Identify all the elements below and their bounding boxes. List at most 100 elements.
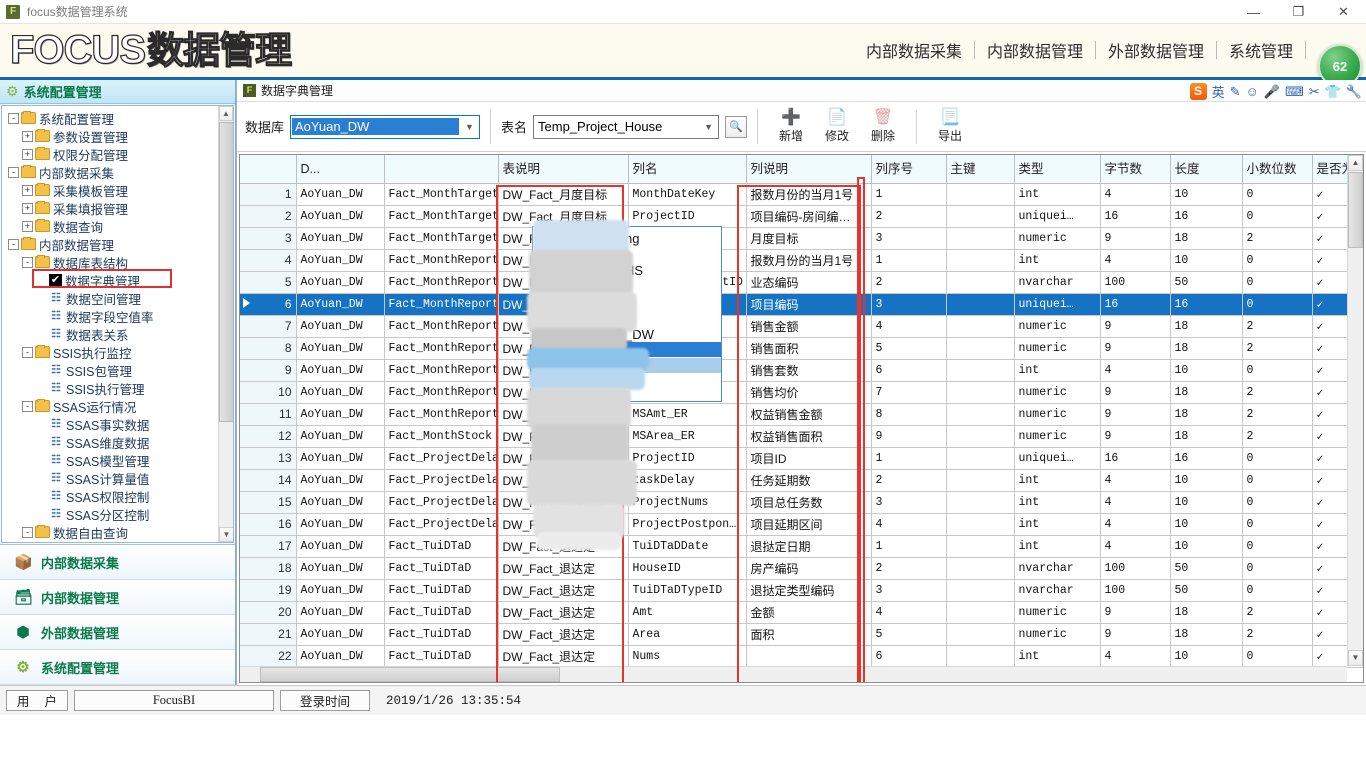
ime-smiley-icon[interactable]: ☺ [1245, 84, 1258, 99]
column-header-table[interactable] [384, 155, 499, 184]
tree-item-23[interactable]: - 数据自由查询 [4, 523, 233, 541]
tree-item-3[interactable]: - 内部数据采集 [4, 163, 233, 181]
sidebar-button-internal-collection[interactable]: 📦 内部数据采集 [0, 545, 235, 580]
tree-item-22[interactable]: ☷ SSAS分区控制 [4, 505, 233, 523]
expand-icon[interactable]: + [22, 220, 33, 232]
column-header-colorder[interactable]: 列序号 [871, 155, 947, 184]
column-header-bytes[interactable]: 字节数 [1100, 155, 1171, 184]
scroll-up-arrow[interactable]: ▲ [219, 106, 233, 121]
table-row[interactable]: 7AoYuan_DWFact_MonthReportDW_Fact_月报数MSA… [240, 315, 1363, 338]
grid-vertical-scrollbar[interactable]: ▲ ▼ [1347, 155, 1363, 666]
maximize-button[interactable]: ❐ [1276, 0, 1321, 24]
expand-icon[interactable]: + [22, 202, 33, 214]
minimize-button[interactable]: — [1231, 0, 1276, 24]
tree-item-7[interactable]: - 内部数据管理 [4, 235, 233, 253]
sidebar-button-system-config[interactable]: ⚙ 系统配置管理 [0, 650, 235, 685]
grid-horizontal-scrollbar[interactable] [240, 666, 1347, 682]
table-row[interactable]: 3AoYuan_DWFact_MonthTargetDW_Fact_月度目标Ta… [240, 227, 1363, 250]
table-row[interactable]: 15 AoYuan_DW Fact_ProjectDelay DW_Fact_项目延期… [240, 491, 1363, 514]
table-row[interactable]: 20 AoYuan_DW Fact_TuiDTaD DW_Fact_退达定 Amt 金额 4… [240, 601, 1363, 624]
close-button[interactable]: ✕ [1321, 0, 1366, 24]
table-row[interactable]: 6AoYuan_DWFact_MonthReportDW_Fact_月报数Pro… [240, 293, 1363, 316]
tree-item-6[interactable]: + 数据查询 [4, 217, 233, 235]
table-row[interactable]: 9AoYuan_DWFact_MonthReportDW_Fact_月报数MSQ… [240, 359, 1363, 382]
table-row[interactable]: 13 AoYuan_DW Fact_ProjectDelay DW_Fact_项目延期… [240, 447, 1363, 470]
nav-item-internal-collection[interactable]: 内部数据采集 [854, 38, 974, 62]
tree-item-12[interactable]: ☷ 数据表关系 [4, 325, 233, 343]
column-header-pk[interactable]: 主键 [946, 155, 1015, 184]
table-row[interactable]: 10AoYuan_DWFact_MonthReportDW_Fact_月报数Av… [240, 381, 1363, 404]
delete-button[interactable]: 🗑 删除 [860, 109, 906, 144]
table-row[interactable]: 5AoYuan_DWFact_MonthReportDW_Fact_月报数Bus… [240, 271, 1363, 294]
table-row[interactable]: 12 AoYuan_DW Fact_MonthStock DW_Fact_月报数 MSA… [240, 425, 1363, 448]
table-row[interactable]: 1 AoYuan_DW Fact_MonthTarget DW_Fact_月度目标 Mo… [240, 183, 1363, 206]
ime-skin-icon[interactable]: 👕 [1325, 84, 1341, 100]
collapse-icon[interactable]: - [22, 526, 33, 538]
ime-settings-icon[interactable]: 🔧 [1346, 84, 1362, 100]
tree-item-17[interactable]: ☷ SSAS事实数据 [4, 415, 233, 433]
table-row[interactable]: 16 AoYuan_DW Fact_ProjectDelay DW_Fact_项目延期… [240, 513, 1363, 536]
nav-item-external-management[interactable]: 外部数据管理 [1096, 38, 1216, 62]
sidebar-button-external-management[interactable]: ⬢ 外部数据管理 [0, 615, 235, 650]
table-search-icon[interactable]: 🔍 [725, 115, 748, 138]
tree-item-14[interactable]: ☷ SSIS包管理 [4, 361, 233, 379]
collapse-icon[interactable]: - [8, 112, 19, 124]
nav-item-system-management[interactable]: 系统管理 [1217, 38, 1305, 62]
ime-language-icon[interactable]: 英 [1212, 82, 1225, 101]
tree-item-9[interactable]: ✔ 数据字典管理 [4, 271, 233, 289]
column-header-tabledesc[interactable]: 表说明 [498, 155, 629, 184]
scroll-down-arrow[interactable]: ▼ [1348, 650, 1363, 666]
nav-item-internal-management[interactable]: 内部数据管理 [975, 38, 1095, 62]
chevron-down-icon[interactable]: ▼ [460, 116, 479, 138]
tree-item-19[interactable]: ☷ SSAS模型管理 [4, 451, 233, 469]
table-row[interactable]: 2 AoYuan_DW Fact_MonthTarget DW_Fact_月度目标 Pr… [240, 205, 1363, 228]
table-row[interactable]: 21 AoYuan_DW Fact_TuiDTaD DW_Fact_退达定 Area 面积… [240, 623, 1363, 646]
table-row[interactable]: 18 AoYuan_DW Fact_TuiDTaD DW_Fact_退达定 HouseI… [240, 557, 1363, 580]
tree-item-21[interactable]: ☷ SSAS权限控制 [4, 487, 233, 505]
tree-item-4[interactable]: + 采集模板管理 [4, 181, 233, 199]
collapse-icon[interactable]: - [8, 166, 19, 178]
chevron-down-icon[interactable]: ▼ [699, 116, 718, 138]
column-header-type[interactable]: 类型 [1014, 155, 1101, 184]
expand-icon[interactable]: + [22, 148, 33, 160]
column-header-db[interactable]: D... [296, 155, 385, 184]
tree-item-11[interactable]: ☷ 数据字段空值率 [4, 307, 233, 325]
scroll-thumb[interactable] [219, 122, 233, 422]
tree-item-10[interactable]: ☷ 数据空间管理 [4, 289, 233, 307]
tree-item-16[interactable]: - SSAS运行情况 [4, 397, 233, 415]
tree-item-13[interactable]: - SSIS执行监控 [4, 343, 233, 361]
ime-pen-icon[interactable]: ✎ [1230, 84, 1241, 100]
dropdown-option[interactable]: HS [533, 263, 721, 279]
dropdown-option-hover[interactable] [533, 358, 721, 373]
table-row[interactable]: 11 AoYuan_DW Fact_MonthReport DW_Fact_月报数 MS… [240, 403, 1363, 426]
column-header-colname[interactable]: 列名 [628, 155, 747, 184]
ime-mic-icon[interactable]: 🎤 [1264, 84, 1280, 100]
scroll-down-arrow[interactable]: ▼ [219, 527, 233, 542]
table-row[interactable]: 19 AoYuan_DW Fact_TuiDTaD DW_Fact_退达定 TuiDTa… [240, 579, 1363, 602]
tree-item-1[interactable]: + 参数设置管理 [4, 127, 233, 145]
tree-scrollbar[interactable]: ▲ ▼ [218, 106, 233, 542]
table-row[interactable]: 14 AoYuan_DW Fact_ProjectDelay DW_Fact_项目延期… [240, 469, 1363, 492]
expand-icon[interactable]: + [22, 130, 33, 142]
database-dropdown-list[interactable]: ngHS_DWpDBp5V1.0AS [532, 226, 722, 402]
export-button[interactable]: 📃 导出 [927, 109, 973, 144]
dropdown-option[interactable]: ng [533, 231, 721, 247]
tree-item-15[interactable]: ☷ SSIS执行管理 [4, 379, 233, 397]
dropdown-option-selected[interactable] [533, 342, 721, 357]
scroll-up-arrow[interactable]: ▲ [1348, 155, 1363, 171]
tree-item-20[interactable]: ☷ SSAS计算量值 [4, 469, 233, 487]
scroll-thumb[interactable] [1348, 172, 1363, 248]
table-row[interactable]: 4AoYuan_DWFact_MonthReportDW_Fact_月报数Dat… [240, 249, 1363, 272]
column-header-coldesc[interactable]: 列说明 [746, 155, 872, 184]
sogou-icon[interactable]: S [1189, 83, 1207, 100]
tab-data-dictionary[interactable]: 数据字典管理 [261, 82, 333, 99]
scroll-thumb[interactable] [260, 667, 560, 682]
tree-item-18[interactable]: ☷ SSAS维度数据 [4, 433, 233, 451]
tree-item-2[interactable]: + 权限分配管理 [4, 145, 233, 163]
dropdown-option[interactable]: _DW [533, 327, 721, 343]
collapse-icon[interactable]: - [22, 400, 33, 412]
table-row[interactable]: 8AoYuan_DWFact_MonthReportDW_Fact_月报数MSA… [240, 337, 1363, 360]
database-combobox[interactable]: AoYuan_DW ▼ [290, 114, 481, 139]
column-header-rownum[interactable] [240, 155, 297, 184]
ime-tools-icon[interactable]: ✂ [1309, 84, 1320, 100]
